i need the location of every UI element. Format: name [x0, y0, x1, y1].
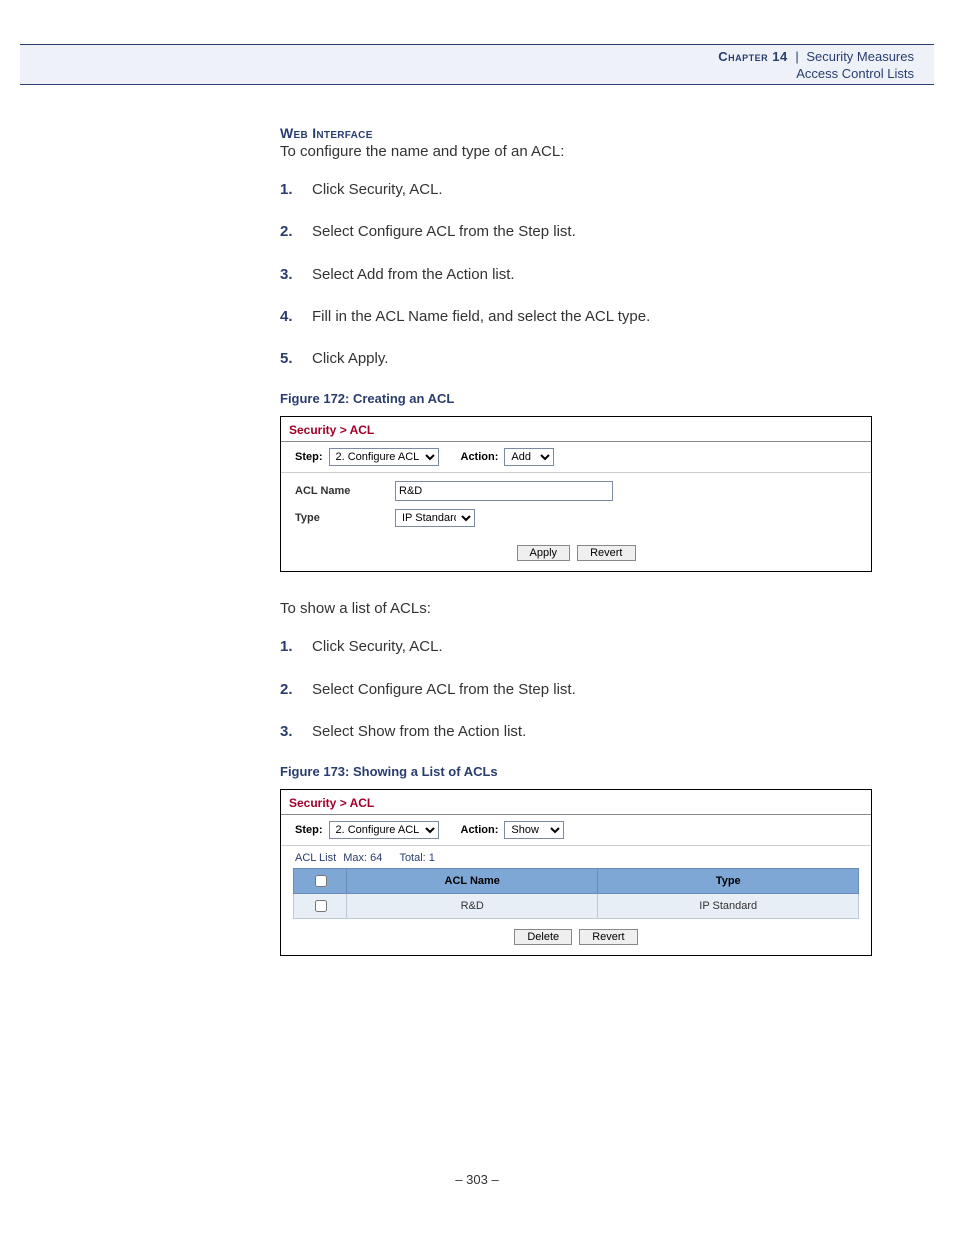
cell-type: IP Standard: [598, 894, 859, 919]
breadcrumb: Security > ACL: [281, 790, 871, 815]
header-subtitle: Access Control Lists: [796, 66, 914, 81]
header-rule-top: [20, 44, 934, 45]
section-heading: Web Interface: [280, 125, 874, 141]
row-checkbox[interactable]: [315, 900, 327, 912]
revert-button[interactable]: Revert: [577, 545, 635, 561]
select-all-header: [294, 869, 347, 894]
step-item: Select Configure ACL from the Step list.: [280, 680, 874, 700]
step-action-row: Step: 2. Configure ACL Action: Show: [281, 815, 871, 845]
form-body: ACL Name Type IP Standard: [281, 473, 871, 539]
delete-button[interactable]: Delete: [514, 929, 572, 945]
action-label: Action:: [461, 451, 499, 463]
step-item: Select Add from the Action list.: [280, 265, 874, 285]
figure-172-panel: Security > ACL Step: 2. Configure ACL Ac…: [280, 416, 872, 572]
document-page: Chapter 14 | Security Measures Access Co…: [0, 0, 954, 1235]
step-item: Fill in the ACL Name field, and select t…: [280, 307, 874, 327]
chapter-label: Chapter 14: [718, 49, 787, 64]
action-select[interactable]: Add: [504, 448, 554, 466]
content-column: Web Interface To configure the name and …: [280, 125, 874, 984]
step-select[interactable]: 2. Configure ACL: [329, 821, 439, 839]
step-select[interactable]: 2. Configure ACL: [329, 448, 439, 466]
page-number: – 303 –: [0, 1172, 954, 1187]
list-meta: ACL List Max: 64 Total: 1: [281, 846, 871, 868]
step-action-row: Step: 2. Configure ACL Action: Add: [281, 442, 871, 473]
acl-list-table: ACL Name Type R&D IP Standard: [293, 868, 859, 919]
table-row: R&D IP Standard: [294, 894, 859, 919]
header-title: Security Measures: [806, 49, 914, 64]
step-label: Step:: [295, 824, 323, 836]
table-header-row: ACL Name Type: [294, 869, 859, 894]
acl-name-label: ACL Name: [295, 485, 395, 497]
page-header: Chapter 14 | Security Measures Access Co…: [718, 48, 914, 82]
header-rule-bottom: [20, 84, 934, 85]
steps-list-1: Click Security, ACL. Select Configure AC…: [280, 180, 874, 369]
header-separator: |: [791, 49, 802, 64]
breadcrumb: Security > ACL: [281, 417, 871, 442]
cell-acl-name: R&D: [347, 894, 598, 919]
action-select[interactable]: Show: [504, 821, 564, 839]
acl-list-max: Max: 64: [339, 852, 382, 864]
action-label: Action:: [461, 824, 499, 836]
step-item: Select Show from the Action list.: [280, 722, 874, 742]
acl-name-field[interactable]: [395, 481, 613, 501]
apply-button[interactable]: Apply: [517, 545, 571, 561]
step-item: Click Apply.: [280, 349, 874, 369]
col-type: Type: [598, 869, 859, 894]
step-item: Click Security, ACL.: [280, 180, 874, 200]
type-select[interactable]: IP Standard: [395, 509, 475, 527]
steps-list-2: Click Security, ACL. Select Configure AC…: [280, 637, 874, 742]
step-item: Click Security, ACL.: [280, 637, 874, 657]
step-label: Step:: [295, 451, 323, 463]
button-row: Apply Revert: [281, 539, 871, 571]
figure-172-caption: Figure 172: Creating an ACL: [280, 391, 874, 406]
col-acl-name: ACL Name: [347, 869, 598, 894]
button-row: Delete Revert: [281, 923, 871, 955]
step-item: Select Configure ACL from the Step list.: [280, 222, 874, 242]
select-all-checkbox[interactable]: [315, 875, 327, 887]
figure-173-caption: Figure 173: Showing a List of ACLs: [280, 764, 874, 779]
revert-button[interactable]: Revert: [579, 929, 637, 945]
acl-list-total: Total: 1: [385, 852, 434, 864]
intro-paragraph-1: To configure the name and type of an ACL…: [280, 143, 874, 160]
type-label: Type: [295, 512, 395, 524]
figure-173-panel: Security > ACL Step: 2. Configure ACL Ac…: [280, 789, 872, 956]
intro-paragraph-2: To show a list of ACLs:: [280, 600, 874, 617]
acl-list-label: ACL List: [295, 852, 336, 864]
